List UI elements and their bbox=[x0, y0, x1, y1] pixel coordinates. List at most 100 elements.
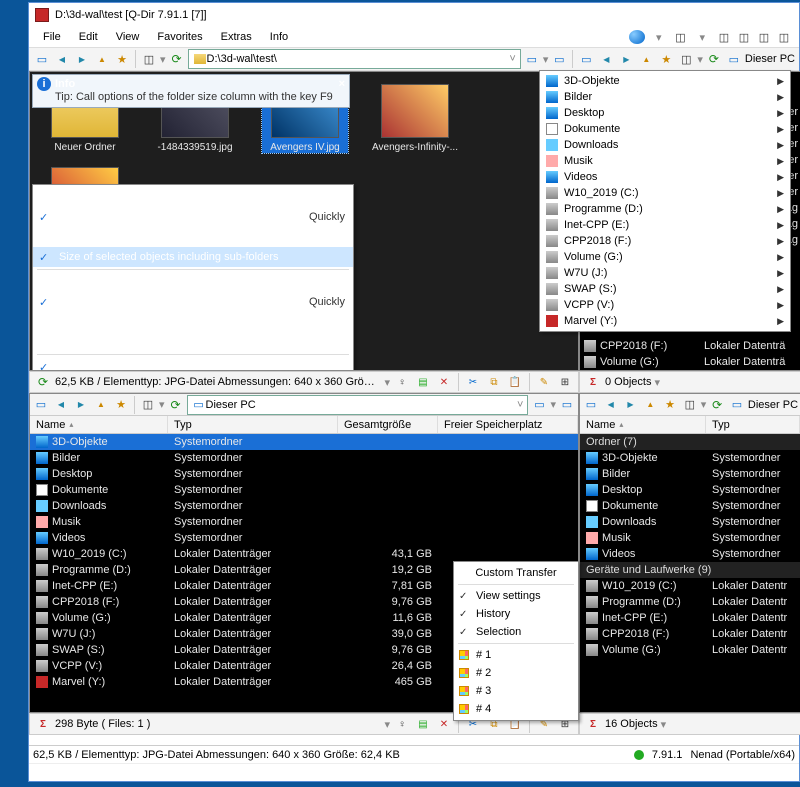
copy-icon[interactable] bbox=[485, 373, 503, 391]
bl-pane-icon[interactable] bbox=[32, 396, 50, 414]
bl-mon2[interactable] bbox=[558, 396, 576, 414]
section-header[interactable]: Ordner (7) bbox=[580, 434, 800, 450]
paste-icon[interactable] bbox=[506, 373, 524, 391]
tree-item[interactable]: Volume (G:)▶ bbox=[540, 249, 790, 265]
layout-slot-item[interactable]: # 3 bbox=[454, 682, 578, 700]
refresh-button-r[interactable] bbox=[705, 50, 723, 68]
thumbnail-area[interactable]: i Info × Tip: Call options of the folder… bbox=[30, 72, 578, 370]
table-row[interactable]: 3D-ObjekteSystemordner bbox=[30, 434, 578, 450]
menu-extras[interactable]: Extras bbox=[213, 29, 260, 45]
monitor-icon-1[interactable] bbox=[523, 50, 541, 68]
br-up[interactable] bbox=[641, 396, 659, 414]
br-pane-icon[interactable] bbox=[582, 396, 600, 414]
menu-item[interactable]: ✓Size of selected objects including sub-… bbox=[33, 247, 353, 267]
br-back[interactable] bbox=[602, 396, 620, 414]
filter-icon-bl[interactable]: ♀ bbox=[393, 715, 411, 733]
bl-mon1[interactable] bbox=[530, 396, 548, 414]
menu-item[interactable]: ✓Selection bbox=[454, 623, 578, 641]
menu-item[interactable]: Selected objects bbox=[33, 187, 353, 207]
pane-select-icon[interactable] bbox=[33, 50, 51, 68]
menu-edit[interactable]: Edit bbox=[71, 29, 106, 45]
tree-item[interactable]: Marvel (Y:)▶ bbox=[540, 313, 790, 329]
table-row[interactable]: DesktopSystemordner bbox=[30, 466, 578, 482]
cut-icon[interactable] bbox=[464, 373, 482, 391]
forward-button-r[interactable] bbox=[617, 50, 635, 68]
menu-favorites[interactable]: Favorites bbox=[149, 29, 210, 45]
tree-item[interactable]: W10_2019 (C:)▶ bbox=[540, 185, 790, 201]
bl-address[interactable]: ˅ bbox=[187, 395, 529, 415]
table-row[interactable]: VideosSystemordner bbox=[30, 530, 578, 546]
table-row[interactable]: Inet-CPP (E:)Lokaler Datentr bbox=[580, 610, 800, 626]
bl-up[interactable] bbox=[92, 396, 110, 414]
section-header[interactable]: Geräte und Laufwerke (9) bbox=[580, 562, 800, 578]
br-rows[interactable]: Ordner (7)3D-ObjekteSystemordnerBilderSy… bbox=[580, 434, 800, 712]
delete-icon-bl[interactable] bbox=[435, 715, 453, 733]
menu-item[interactable]: ✓View settings bbox=[454, 587, 578, 605]
menu-item[interactable]: Size of the objects in Folder bbox=[33, 312, 353, 332]
custom-transfer-menu[interactable]: Custom Transfer✓View settings✓History✓Se… bbox=[453, 561, 579, 721]
layout-button-3[interactable] bbox=[735, 28, 753, 46]
table-row[interactable]: Volume (G:)Lokaler Datentr bbox=[580, 642, 800, 658]
layout-button-4[interactable] bbox=[755, 28, 773, 46]
layout-slot-item[interactable]: # 4 bbox=[454, 700, 578, 718]
list-item[interactable]: CPP2018 (F:)Lokaler Datenträ bbox=[580, 338, 800, 354]
table-row[interactable]: W10_2019 (C:)Lokaler Datentr bbox=[580, 578, 800, 594]
new-icon-bl[interactable] bbox=[414, 715, 432, 733]
new-icon[interactable] bbox=[414, 373, 432, 391]
table-row[interactable]: VideosSystemordner bbox=[580, 546, 800, 562]
tree-item[interactable]: Musik▶ bbox=[540, 153, 790, 169]
menu-item[interactable]: ✓History bbox=[454, 605, 578, 623]
tree-item[interactable]: W7U (J:)▶ bbox=[540, 265, 790, 281]
layout-slot-item[interactable]: # 1 bbox=[454, 646, 578, 664]
br-fav[interactable] bbox=[661, 396, 679, 414]
tool-icon[interactable]: ⊞ bbox=[556, 373, 574, 391]
tree-item[interactable]: CPP2018 (F:)▶ bbox=[540, 233, 790, 249]
tree-item[interactable]: Videos▶ bbox=[540, 169, 790, 185]
col-free[interactable]: Freier Speicherplatz bbox=[438, 416, 578, 433]
layout-button-2[interactable] bbox=[715, 28, 733, 46]
table-row[interactable]: DokumenteSystemordner bbox=[580, 498, 800, 514]
up-button[interactable] bbox=[93, 50, 111, 68]
table-row[interactable]: W10_2019 (C:)Lokaler Datenträger43,1 GB bbox=[30, 546, 578, 562]
bl-view[interactable] bbox=[139, 396, 157, 414]
col-size[interactable]: Gesamtgröße bbox=[338, 416, 438, 433]
tree-item[interactable]: Desktop▶ bbox=[540, 105, 790, 121]
edit-icon[interactable] bbox=[535, 373, 553, 391]
menu-view[interactable]: View bbox=[108, 29, 148, 45]
menu-info[interactable]: Info bbox=[262, 29, 296, 45]
tree-item[interactable]: Downloads▶ bbox=[540, 137, 790, 153]
bl-address-input[interactable] bbox=[206, 399, 518, 411]
br-refresh[interactable] bbox=[708, 396, 726, 414]
filter-icon[interactable]: ♀ bbox=[393, 373, 411, 391]
monitor-icon-2[interactable] bbox=[550, 50, 568, 68]
address-input[interactable] bbox=[207, 53, 510, 65]
bl-fav[interactable] bbox=[112, 396, 130, 414]
table-row[interactable]: BilderSystemordner bbox=[580, 466, 800, 482]
table-row[interactable]: DownloadsSystemordner bbox=[30, 498, 578, 514]
table-row[interactable]: MusikSystemordner bbox=[580, 530, 800, 546]
up-button-r[interactable] bbox=[637, 50, 655, 68]
tree-item[interactable]: Bilder▶ bbox=[540, 89, 790, 105]
menu-item[interactable]: ✓Simple & fast object countQuickly bbox=[33, 292, 353, 312]
layout-button-5[interactable] bbox=[775, 28, 793, 46]
tree-item[interactable]: Dokumente▶ bbox=[540, 121, 790, 137]
sigma-icon-bl[interactable] bbox=[34, 715, 52, 733]
bl-refresh[interactable] bbox=[167, 396, 185, 414]
tree-item[interactable]: SWAP (S:)▶ bbox=[540, 281, 790, 297]
table-row[interactable]: 3D-ObjekteSystemordner bbox=[580, 450, 800, 466]
br-view[interactable] bbox=[681, 396, 699, 414]
address-bar[interactable]: ˅ bbox=[188, 49, 521, 69]
pane-select-icon-r[interactable] bbox=[577, 50, 595, 68]
view-button[interactable] bbox=[140, 50, 158, 68]
list-item[interactable]: Volume (G:)Lokaler Datenträ bbox=[580, 354, 800, 370]
table-row[interactable]: DesktopSystemordner bbox=[580, 482, 800, 498]
title-bar[interactable]: D:\3d-wal\test [Q-Dir 7.91.1 [7]] bbox=[29, 3, 799, 27]
col-name-r[interactable]: Name▴ bbox=[580, 416, 706, 433]
tree-item[interactable]: 3D-Objekte▶ bbox=[540, 73, 790, 89]
forward-button[interactable] bbox=[73, 50, 91, 68]
thumbnail-item[interactable]: Avengers-Infinity-... bbox=[372, 84, 458, 153]
layout-slot-item[interactable]: # 2 bbox=[454, 664, 578, 682]
view-button-r[interactable] bbox=[677, 50, 695, 68]
tree-item[interactable]: Inet-CPP (E:)▶ bbox=[540, 217, 790, 233]
bl-fwd[interactable] bbox=[72, 396, 90, 414]
